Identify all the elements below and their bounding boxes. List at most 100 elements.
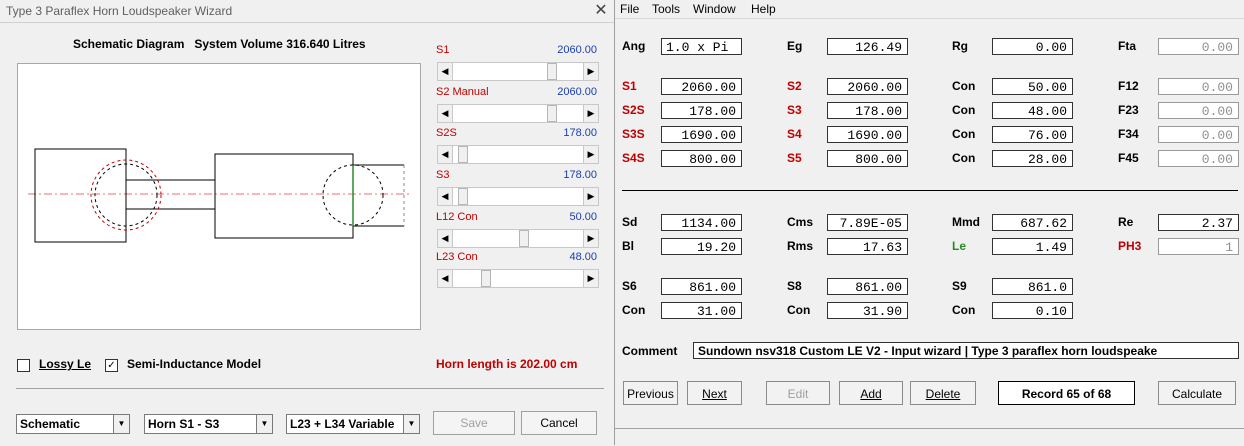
param-field-con7[interactable]: 0.10 — [992, 302, 1073, 319]
arrow-left-icon[interactable]: ◀ — [438, 63, 453, 80]
comment-label: Comment — [622, 344, 678, 358]
param-field-con4[interactable]: 28.00 — [992, 150, 1073, 167]
slider-thumb[interactable] — [547, 63, 557, 80]
slider-scrollbar[interactable]: ◀ ▶ — [437, 145, 599, 164]
param-label-s3: S3 — [787, 103, 802, 117]
edit-button[interactable]: Edit — [766, 381, 830, 405]
chevron-down-icon[interactable]: ▼ — [256, 415, 272, 433]
slider-value: 2060.00 — [557, 44, 597, 56]
param-field-mmd[interactable]: 687.62 — [992, 214, 1073, 231]
main-window: File Tools Window Help Ang 1.0 x Pi Eg 126.… — [615, 0, 1244, 446]
arrow-right-icon[interactable]: ▶ — [583, 146, 598, 163]
param-field-f45[interactable]: 0.00 — [1158, 150, 1239, 167]
slider-thumb[interactable] — [547, 105, 557, 122]
arrow-right-icon[interactable]: ▶ — [583, 230, 598, 247]
param-label-s5: S5 — [787, 151, 802, 165]
param-label-s2: S2 — [787, 79, 802, 93]
param-field-s3s[interactable]: 1690.00 — [661, 126, 742, 143]
slider-thumb[interactable] — [481, 270, 491, 287]
previous-button[interactable]: Previous — [623, 381, 678, 405]
param-field-rms[interactable]: 17.63 — [827, 238, 908, 255]
slider-scrollbar[interactable]: ◀ ▶ — [437, 62, 599, 81]
param-field-con5[interactable]: 31.00 — [661, 302, 742, 319]
param-field-fta[interactable]: 0.00 — [1158, 38, 1239, 55]
close-icon[interactable]: ✕ — [590, 0, 612, 22]
cancel-button[interactable]: Cancel — [521, 411, 597, 435]
horn-length-text: Horn length is 202.00 cm — [436, 357, 578, 371]
save-button[interactable]: Save — [433, 411, 515, 435]
menu-divider — [615, 18, 1244, 19]
arrow-left-icon[interactable]: ◀ — [438, 270, 453, 287]
param-label-con3: Con — [952, 127, 976, 141]
slider-thumb[interactable] — [458, 188, 468, 205]
slider-scrollbar[interactable]: ◀ ▶ — [437, 187, 599, 206]
param-field-s3[interactable]: 178.00 — [827, 102, 908, 119]
arrow-right-icon[interactable]: ▶ — [583, 270, 598, 287]
param-field-s5[interactable]: 800.00 — [827, 150, 908, 167]
slider-thumb[interactable] — [458, 146, 468, 163]
param-field-con3[interactable]: 76.00 — [992, 126, 1073, 143]
param-field-s6[interactable]: 861.00 — [661, 278, 742, 295]
chevron-down-icon[interactable]: ▼ — [113, 415, 129, 433]
param-field-f12[interactable]: 0.00 — [1158, 78, 1239, 95]
slider-label: S2S — [436, 127, 457, 139]
param-field-f34[interactable]: 0.00 — [1158, 126, 1239, 143]
param-field-s4s[interactable]: 800.00 — [661, 150, 742, 167]
param-field-s8[interactable]: 861.00 — [827, 278, 908, 295]
param-field-ang[interactable]: 1.0 x Pi — [661, 38, 742, 55]
view-select[interactable]: Schematic ▼ — [16, 414, 130, 434]
view-select-value: Schematic — [20, 417, 81, 431]
horn-select[interactable]: Horn S1 - S3 ▼ — [144, 414, 273, 434]
param-field-bl[interactable]: 19.20 — [661, 238, 742, 255]
param-field-f23[interactable]: 0.00 — [1158, 102, 1239, 119]
param-field-s4[interactable]: 1690.00 — [827, 126, 908, 143]
arrow-left-icon[interactable]: ◀ — [438, 188, 453, 205]
param-field-rg[interactable]: 0.00 — [992, 38, 1073, 55]
param-field-ph3[interactable]: 1 — [1158, 238, 1239, 255]
add-button[interactable]: Add — [839, 381, 903, 405]
arrow-left-icon[interactable]: ◀ — [438, 105, 453, 122]
lossy-le-label: Lossy Le — [39, 357, 92, 371]
param-field-s1[interactable]: 2060.00 — [661, 78, 742, 95]
param-field-con1[interactable]: 50.00 — [992, 78, 1073, 95]
slider-scrollbar[interactable]: ◀ ▶ — [437, 269, 599, 288]
slider-value: 2060.00 — [557, 86, 597, 98]
param-label-f23: F23 — [1118, 103, 1139, 117]
arrow-left-icon[interactable]: ◀ — [438, 146, 453, 163]
param-label-con7: Con — [952, 303, 976, 317]
menu-file[interactable]: File — [620, 2, 639, 16]
delete-button[interactable]: Delete — [910, 381, 976, 405]
param-field-s2s[interactable]: 178.00 — [661, 102, 742, 119]
param-field-s2[interactable]: 2060.00 — [827, 78, 908, 95]
slider-label: S1 — [436, 44, 450, 56]
lossy-le-checkbox[interactable] — [17, 359, 30, 372]
param-field-re[interactable]: 2.37 — [1158, 214, 1239, 231]
calculate-button[interactable]: Calculate — [1158, 381, 1236, 405]
arrow-left-icon[interactable]: ◀ — [438, 230, 453, 247]
param-field-sd[interactable]: 1134.00 — [661, 214, 742, 231]
param-field-con2[interactable]: 48.00 — [992, 102, 1073, 119]
menu-tools[interactable]: Tools — [652, 2, 680, 16]
param-field-eg[interactable]: 126.49 — [827, 38, 908, 55]
param-field-le[interactable]: 1.49 — [992, 238, 1073, 255]
param-field-s9[interactable]: 861.0 — [992, 278, 1073, 295]
next-button[interactable]: Next — [687, 381, 742, 405]
slider-scrollbar[interactable]: ◀ ▶ — [437, 104, 599, 123]
duct-s2s — [125, 179, 216, 210]
slider-scrollbar[interactable]: ◀ ▶ — [437, 229, 599, 248]
menu-help[interactable]: Help — [751, 2, 776, 16]
param-field-cms[interactable]: 7.89E-05 — [827, 214, 908, 231]
slider-thumb[interactable] — [519, 230, 529, 247]
param-label-s9: S9 — [952, 279, 967, 293]
arrow-right-icon[interactable]: ▶ — [583, 63, 598, 80]
param-label-eg: Eg — [787, 39, 803, 53]
param-label-re: Re — [1118, 215, 1134, 229]
menu-window[interactable]: Window — [693, 2, 736, 16]
variable-select[interactable]: L23 + L34 Variable ▼ — [286, 414, 420, 434]
arrow-right-icon[interactable]: ▶ — [583, 105, 598, 122]
semi-inductance-checkbox[interactable]: ✓ — [105, 359, 118, 372]
arrow-right-icon[interactable]: ▶ — [583, 188, 598, 205]
comment-field[interactable]: Sundown nsv318 Custom LE V2 - Input wiza… — [693, 342, 1239, 359]
param-field-con6[interactable]: 31.90 — [827, 302, 908, 319]
chevron-down-icon[interactable]: ▼ — [403, 415, 419, 433]
